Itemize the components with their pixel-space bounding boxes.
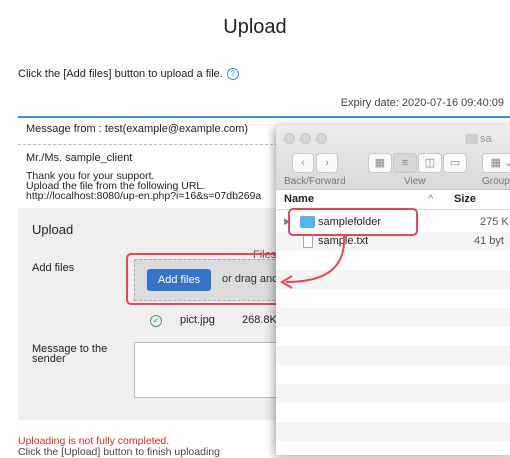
expiry-date: Expiry date: 2020-07-16 09:40:09: [340, 97, 504, 109]
column-header: Name ^ Size: [276, 190, 510, 210]
window-title: sa: [480, 133, 492, 145]
message-from: Message from : test(example@example.com): [26, 123, 249, 135]
empty-row: [276, 422, 510, 441]
close-window-button[interactable]: [284, 133, 295, 144]
uploaded-file-name: pict.jpg: [180, 314, 215, 326]
dashed-divider: [18, 144, 278, 145]
icon-view-icon[interactable]: ▦: [368, 153, 392, 173]
empty-row: [276, 308, 510, 327]
back-button[interactable]: ‹: [292, 153, 314, 173]
finder-toolbar: sa ‹ › ▦ ≡ ◫ ▭ ▦ ⌄ Back/Forward View Gro…: [276, 125, 510, 190]
folder-icon: [465, 134, 478, 144]
message-textarea[interactable]: [134, 342, 280, 398]
divider: [18, 116, 510, 118]
minimize-window-button[interactable]: [300, 133, 311, 144]
zoom-window-button[interactable]: [316, 133, 327, 144]
empty-row: [276, 441, 510, 455]
empty-row: [276, 403, 510, 422]
recipient-name: Mr./Ms. sample_client: [26, 152, 133, 164]
list-view-icon[interactable]: ≡: [393, 153, 417, 173]
gallery-view-icon[interactable]: ▭: [443, 153, 467, 173]
message-to-sender-label: Message to the sender: [32, 343, 108, 365]
column-view-icon[interactable]: ◫: [418, 153, 442, 173]
name-column[interactable]: Name: [284, 193, 314, 205]
group-button[interactable]: ▦ ⌄: [482, 153, 510, 173]
item-size: 41 byt: [474, 235, 504, 247]
view-label: View: [404, 176, 426, 187]
check-circle-icon: ✓: [150, 315, 162, 327]
drag-arrow-icon: [280, 235, 346, 289]
group-label: Group: [482, 176, 510, 187]
nav-label: Back/Forward: [284, 176, 346, 187]
size-column[interactable]: Size: [454, 193, 476, 205]
upload-instruction: Click the [Upload] button to finish uplo…: [18, 446, 220, 458]
dropzone-highlight: [126, 253, 282, 305]
message-body: Thank you for your support. Upload the f…: [26, 171, 262, 201]
uploaded-file-size: 268.8KB: [242, 314, 280, 326]
empty-row: [276, 365, 510, 384]
empty-row: [276, 346, 510, 365]
upload-heading: Upload: [32, 222, 74, 237]
intro-label: Click the [Add files] button to upload a…: [18, 68, 223, 80]
intro-text: Click the [Add files] button to upload a…: [18, 68, 239, 81]
empty-row: [276, 384, 510, 403]
add-files-label: Add files: [32, 262, 75, 274]
empty-row: [276, 327, 510, 346]
page-title: Upload: [223, 16, 287, 38]
help-icon[interactable]: ?: [226, 68, 239, 81]
sort-chevron-icon: ^: [428, 193, 434, 205]
item-size: 275 K: [480, 216, 509, 228]
forward-button[interactable]: ›: [316, 153, 338, 173]
